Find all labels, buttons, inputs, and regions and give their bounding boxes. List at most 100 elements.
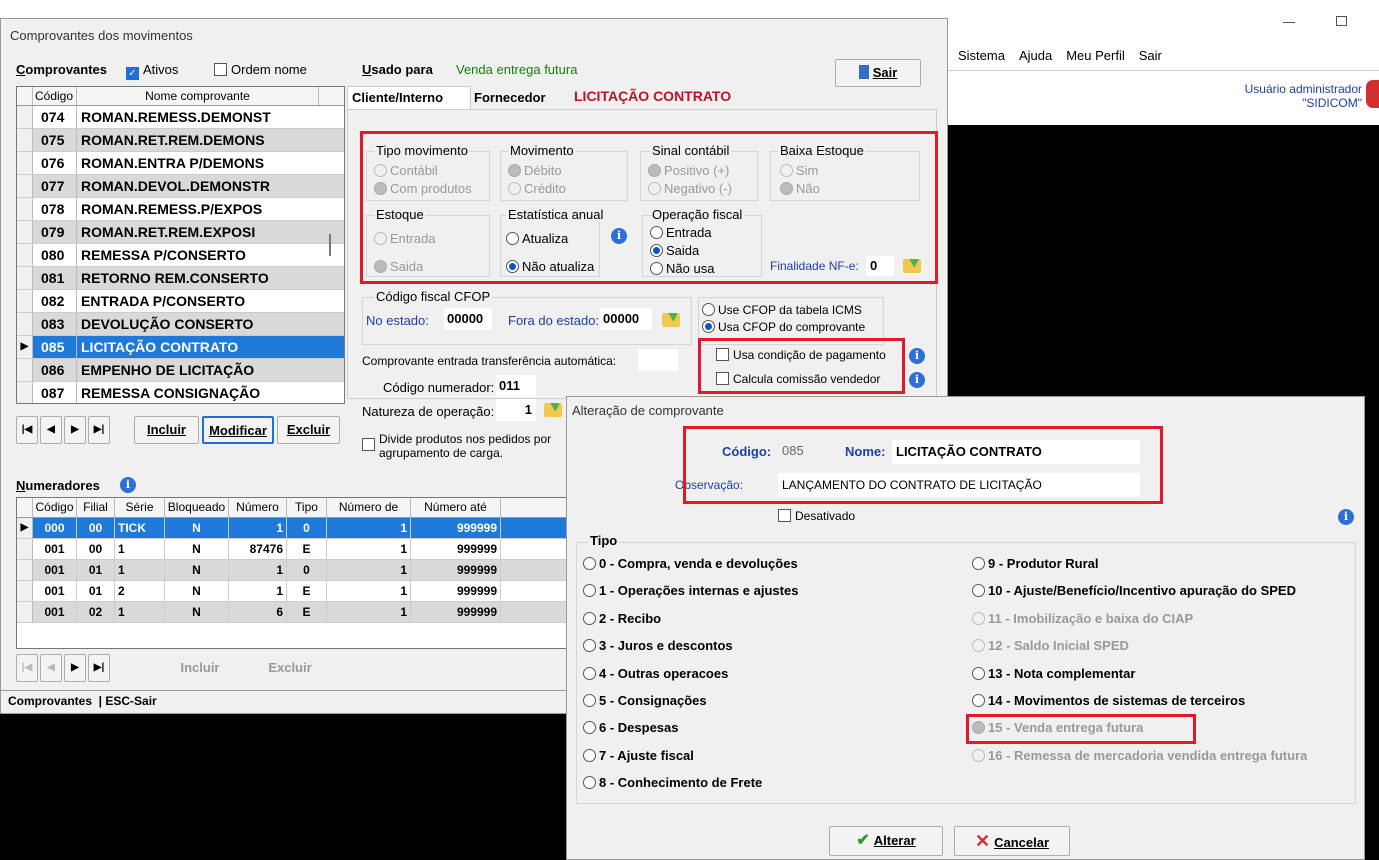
cancelar-button[interactable]: ✕ Cancelar [954, 826, 1070, 856]
ativos-check-icon: ✓ [126, 67, 139, 80]
radio-icon [583, 639, 596, 653]
cfop-no-estado-input[interactable]: 00000 [444, 308, 492, 330]
menu-sistema[interactable]: Sistema [958, 48, 1005, 68]
modificar-button[interactable]: Modificar [202, 416, 274, 444]
tipo-option[interactable]: 2 - Recibo [583, 610, 798, 637]
num-col-header[interactable]: Filial [77, 498, 115, 517]
tipo-option[interactable]: 11 - Imobilização e baixa do CIAP [972, 610, 1307, 637]
natureza-input[interactable]: 1 [496, 399, 536, 421]
desativado-checkbox[interactable]: Desativado [778, 509, 855, 523]
numeradores-grid[interactable]: Código Filial Série Bloqueado Número Tipo Núme… [16, 497, 576, 649]
num-next-button[interactable]: ▶ [64, 654, 86, 682]
table-cell: 999999 [411, 560, 501, 580]
ordem-nome-checkbox[interactable]: Ordem nome [214, 62, 307, 77]
tipo-option[interactable]: 9 - Produtor Rural [972, 555, 1307, 582]
num-col-header[interactable]: Tipo [287, 498, 327, 517]
excluir-button[interactable]: Excluir [277, 416, 340, 444]
list-item[interactable]: 077 ROMAN.DEVOL.DEMONSTR [17, 175, 344, 198]
cfop-fora-input[interactable]: 00000 [600, 308, 652, 330]
num-col-header[interactable]: Número [229, 498, 287, 517]
table-cell: N [165, 539, 229, 559]
table-row[interactable]: 001 00 1 N 87476 E 1 999999 [17, 539, 575, 560]
tipo-option[interactable]: 7 - Ajuste fiscal [583, 747, 798, 774]
comprovantes-grid[interactable]: Código Nome comprovante 074 ROMAN.REMESS.… [16, 86, 345, 404]
list-item[interactable]: 087 REMESSA CONSIGNAÇÃO [17, 382, 344, 403]
calcula-comissao-info-icon[interactable]: i [909, 371, 925, 388]
tipo-option-label: 10 - Ajuste/Benefício/Incentivo apuração… [988, 583, 1296, 599]
num-col-header[interactable]: Série [115, 498, 165, 517]
radio-icon [972, 557, 985, 570]
numeradores-info-icon[interactable]: i [120, 476, 136, 493]
list-scroll-thumb[interactable] [329, 234, 331, 256]
menu-ajuda[interactable]: Ajuda [1019, 48, 1052, 68]
radio-cfop-tabela[interactable]: Use CFOP da tabela ICMS [702, 303, 862, 317]
list-item[interactable]: 083 DEVOLUÇÃO CONSERTO [17, 313, 344, 336]
natureza-folder-icon[interactable] [544, 403, 562, 418]
num-col-header[interactable]: Número até [411, 498, 501, 517]
tipo-option[interactable]: 6 - Despesas [583, 719, 798, 746]
radio-icon [972, 666, 985, 680]
list-item[interactable]: ▶ 085 LICITAÇÃO CONTRATO [17, 336, 344, 359]
table-cell: E [287, 539, 327, 559]
tipo-option[interactable]: 1 - Operações internas e ajustes [583, 582, 798, 609]
window-minimize-icon[interactable] [1283, 22, 1295, 23]
first-record-button[interactable]: |◀ [16, 416, 38, 444]
num-col-header[interactable]: Código [33, 498, 77, 517]
tab-cliente-interno[interactable]: Cliente/Interno [347, 86, 471, 110]
num-col-header[interactable]: Bloqueado [165, 498, 229, 517]
list-item[interactable]: 082 ENTRADA P/CONSERTO [17, 290, 344, 313]
transf-input[interactable] [638, 349, 678, 371]
tipo-option[interactable]: 3 - Juros e descontos [583, 637, 798, 664]
row-name: ROMAN.RET.REM.EXPOSI [81, 224, 256, 240]
menu-sair[interactable]: Sair [1139, 48, 1162, 68]
list-item[interactable]: 076 ROMAN.ENTRA P/DEMONS [17, 152, 344, 175]
usa-condicao-info-icon[interactable]: i [909, 347, 925, 364]
cfop-folder-icon[interactable] [662, 313, 680, 328]
tipo-option[interactable]: 4 - Outras operacoes [583, 665, 798, 692]
tipo-option[interactable]: 16 - Remessa de mercadoria vendida entre… [972, 747, 1307, 774]
list-item[interactable]: 079 ROMAN.RET.REM.EXPOSI [17, 221, 344, 244]
table-row[interactable]: ▶ 000 00 TICK N 1 0 1 999999 [17, 518, 575, 539]
alterar-button[interactable]: ✔ Alterar [829, 826, 943, 856]
prev-record-button[interactable]: ◀ [40, 416, 62, 444]
table-row[interactable]: 001 01 1 N 1 0 1 999999 [17, 560, 575, 581]
divide-checkbox[interactable]: Divide produtos nos pedidos por agrupamen… [362, 432, 551, 460]
list-item[interactable]: 075 ROMAN.RET.REM.DEMONS [17, 129, 344, 152]
list-item[interactable]: 086 EMPENHO DE LICITAÇÃO [17, 359, 344, 382]
row-code: 081 [33, 267, 77, 289]
last-record-button[interactable]: ▶| [88, 416, 110, 444]
col-codigo[interactable]: Código [33, 87, 77, 105]
tipo-option[interactable]: 10 - Ajuste/Benefício/Incentivo apuração… [972, 582, 1307, 609]
table-row[interactable]: 001 02 1 N 6 E 1 999999 [17, 602, 575, 623]
next-record-button[interactable]: ▶ [64, 416, 86, 444]
sair-button[interactable]: Sair [835, 59, 921, 87]
ativos-checkbox[interactable]: ✓ Ativos [126, 62, 178, 80]
tipo-option[interactable]: 5 - Consignações [583, 692, 798, 719]
tipo-option-label: 13 - Nota complementar [988, 665, 1136, 681]
list-item[interactable]: 078 ROMAN.REMESS.P/EXPOS [17, 198, 344, 221]
radio-cfop-comprovante[interactable]: Usa CFOP do comprovante [702, 320, 865, 334]
status-text: Comprovantes | ESC-Sair [8, 694, 157, 708]
numerador-input[interactable]: 011 [496, 375, 536, 397]
radio-icon [583, 611, 596, 625]
num-last-button[interactable]: ▶| [88, 654, 110, 682]
tab-fornecedor[interactable]: Fornecedor [474, 90, 546, 105]
menu-meu-perfil[interactable]: Meu Perfil [1066, 48, 1125, 68]
tipo-option[interactable]: 0 - Compra, venda e devoluções [583, 555, 798, 582]
main-window-title: Comprovantes dos movimentos [10, 28, 193, 43]
dialog-info-icon[interactable]: i [1338, 508, 1354, 525]
list-item[interactable]: 080 REMESSA P/CONSERTO [17, 244, 344, 267]
alterar-label: Alterar [873, 833, 916, 848]
incluir-button[interactable]: Incluir [134, 416, 199, 444]
table-row[interactable]: 001 01 2 N 1 E 1 999999 [17, 581, 575, 602]
list-item[interactable]: 074 ROMAN.REMESS.DEMONST [17, 106, 344, 129]
tipo-option[interactable]: 13 - Nota complementar [972, 665, 1307, 692]
col-nome[interactable]: Nome comprovante [77, 87, 319, 105]
tipo-option[interactable]: 12 - Saldo Inicial SPED [972, 637, 1307, 664]
num-col-header[interactable]: Número de [327, 498, 411, 517]
tipo-option[interactable]: 8 - Conhecimento de Frete [583, 774, 798, 801]
list-item[interactable]: 081 RETORNO REM.CONSERTO [17, 267, 344, 290]
row-code: 078 [33, 198, 77, 220]
user-avatar-icon [1366, 80, 1379, 108]
window-restore-icon[interactable] [1336, 16, 1347, 26]
